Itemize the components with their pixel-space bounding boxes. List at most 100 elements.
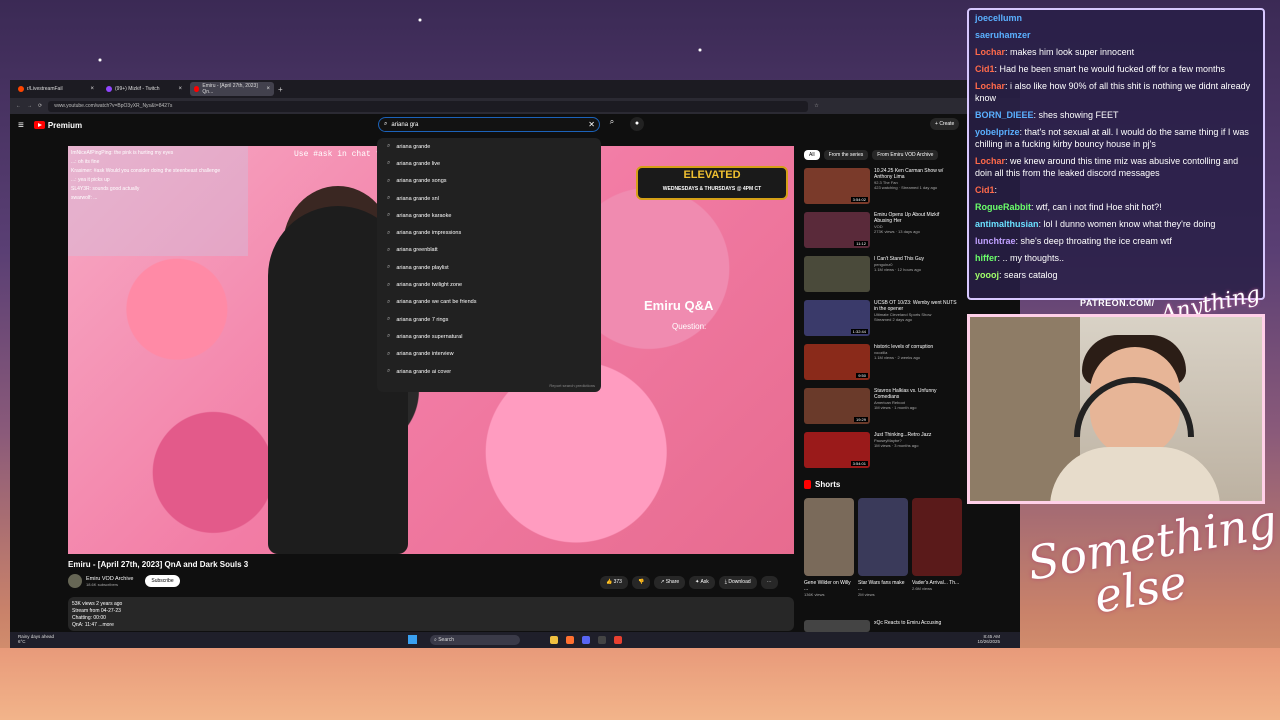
chat-username: hiffer (975, 253, 998, 263)
suggestion-search-icon: ⌕ (387, 246, 391, 253)
related-video[interactable]: xQc Reacts to Emiru Accusing (804, 620, 964, 632)
short-title[interactable]: Gene Wilder on Willy ... (804, 580, 854, 592)
search-suggestion[interactable]: ⌕ ariana grande 7 rings (377, 311, 601, 328)
search-suggestion[interactable]: ⌕ ariana grande we cant be friends (377, 294, 601, 311)
browser-tab[interactable]: Emiru - [April 27th, 2023] Qn... × (190, 82, 274, 96)
short-thumbnail[interactable] (858, 498, 908, 576)
browser-icon[interactable] (566, 636, 574, 644)
short-label: Star Wars fans make ... 2M views (858, 580, 908, 598)
video-chat-line: Krasimer: #ask Would you consider doing … (71, 168, 221, 174)
chat-text: : makes him look super innocent (1005, 47, 1135, 57)
bookmark-star-icon[interactable]: ☆ (814, 103, 818, 109)
related-thumbnail: 9:50 (804, 344, 870, 380)
suggestion-text: ariana grande we cant be friends (396, 299, 477, 306)
search-suggestion[interactable]: ⌕ ariana grande live (377, 155, 601, 172)
related-video[interactable]: 1:32:44 UCSB OT 10/23: Wemby went NUTS in… (804, 300, 964, 338)
elevated-schedule: WEDNESDAYS & THURSDAYS @ 4PM CT (662, 186, 762, 192)
short-thumbnail[interactable] (912, 498, 962, 576)
like-button[interactable]: 👍 373 (600, 576, 628, 589)
chrome-icon[interactable] (614, 636, 622, 644)
short-thumbnail[interactable] (804, 498, 854, 576)
channel-name[interactable]: Emiru VOD Archive (86, 576, 133, 582)
clear-search-icon[interactable]: ✕ (588, 120, 595, 129)
chat-username: yoooj (975, 270, 999, 280)
chat-text: : .. my thoughts.. (997, 253, 1065, 263)
filter-chip[interactable]: From the series (823, 150, 869, 160)
related-video[interactable]: 11:12 Emiru Opens Up About Mizkif Abusing… (804, 212, 964, 250)
search-suggestion[interactable]: ⌕ ariana grande impressions (377, 224, 601, 241)
url-text: www.youtube.com/watch?v=BpO3yXR_Nys&t=84… (54, 103, 173, 109)
search-suggestion[interactable]: ⌕ ariana grande supernatural (377, 328, 601, 345)
short-title[interactable]: Star Wars fans make ... (858, 580, 908, 592)
tab-label: (99+) Mizkif - Twitch (115, 86, 160, 92)
file-explorer-icon[interactable] (550, 636, 558, 644)
windows-start-icon[interactable] (408, 635, 417, 644)
close-tab-icon[interactable]: × (266, 86, 270, 92)
related-info: I Can't Stand This Guy penguinz0 1.1M view… (874, 256, 958, 294)
browser-tab[interactable]: r/LivestreamFail × (14, 82, 98, 96)
search-suggestion[interactable]: ⌕ ariana grande twilight zone (377, 276, 601, 293)
suggestion-text: ariana grande songs (396, 178, 447, 185)
related-video[interactable]: 3:54:02 10.24.25 Ken Carman Show w/ Antho… (804, 168, 964, 206)
related-info: 10.24.25 Ken Carman Show w/ Anthony Lima… (874, 168, 958, 206)
chat-text: : Had he been smart he would fucked off … (994, 64, 1225, 74)
search-suggestion[interactable]: ⌕ ariana grande interview (377, 346, 601, 363)
suggestion-text: ariana grande impressions (396, 230, 462, 237)
taskbar-search[interactable]: ⌕ Search (430, 635, 520, 645)
youtube-logo[interactable]: Premium (33, 121, 82, 130)
forward-icon[interactable]: → (27, 103, 32, 109)
search-suggestion[interactable]: ⌕ ariana greenblatt (377, 242, 601, 259)
browser-tab[interactable]: (99+) Mizkif - Twitch × (102, 82, 186, 96)
suggestion-text: ariana grande twilight zone (396, 282, 463, 289)
short-label: Gene Wilder on Willy ... 136K views (804, 580, 854, 598)
search-input[interactable]: ⌕ ariana gra ✕ (378, 117, 600, 132)
obs-icon[interactable] (598, 636, 606, 644)
weather-widget[interactable]: Rainy days ahead 6°C (18, 634, 54, 644)
channel-avatar[interactable] (68, 574, 82, 588)
related-video[interactable]: 9:50 historic levels of corruption voozill… (804, 344, 964, 382)
address-bar[interactable]: www.youtube.com/watch?v=BpO3yXR_Nys&t=84… (48, 100, 809, 112)
related-video[interactable]: I Can't Stand This Guy penguinz0 1.1M view… (804, 256, 964, 294)
dislike-button[interactable]: 👎 (631, 576, 651, 589)
new-tab-button[interactable]: + (278, 85, 283, 94)
download-button[interactable]: ⤓ Download (718, 576, 757, 589)
youtube-header: ≡ Premium ⌕ ariana gra ✕ ⌕ ● + Create (10, 114, 1020, 136)
reload-icon[interactable]: ⟳ (38, 103, 42, 109)
close-tab-icon[interactable]: × (90, 86, 94, 92)
related-video[interactable]: 3:54:01 Just Thinking...Retro Jazz PauseyM… (804, 432, 964, 470)
ask-button[interactable]: ✦ Ask (689, 576, 715, 589)
duration-badge: 11:12 (854, 241, 868, 246)
search-button[interactable]: ⌕ (605, 117, 619, 132)
ask-label: Ask (700, 579, 709, 585)
search-suggestion[interactable]: ⌕ ariana grande (377, 138, 601, 155)
download-label: Download (728, 579, 751, 585)
search-suggestion[interactable]: ⌕ ariana grande songs (377, 173, 601, 190)
filter-chip[interactable]: All (804, 150, 820, 160)
discord-icon[interactable] (582, 636, 590, 644)
close-tab-icon[interactable]: × (178, 86, 182, 92)
related-info: historic levels of corruption voozilla 1.1… (874, 344, 958, 382)
search-suggestion[interactable]: ⌕ ariana grande playlist (377, 259, 601, 276)
create-button[interactable]: + Create (930, 118, 960, 130)
search-suggestion[interactable]: ⌕ ariana grande ai cover (377, 363, 601, 380)
related-video[interactable]: 19:29 Stavros Halkias vs. Unfunny Comedia… (804, 388, 964, 426)
related-meta: 1.1M views · 12 hours ago (874, 267, 921, 272)
video-description[interactable]: 53K views 2 years ago Stream from 04-27-… (68, 597, 794, 631)
elevated-banner: ELEVATED WEDNESDAYS & THURSDAYS @ 4PM CT (636, 166, 788, 200)
video-chat-overlay: ImNiceAfPingPing: the pink is hurting my… (68, 146, 248, 256)
report-predictions-link[interactable]: Report search predictions (549, 383, 595, 388)
subscriber-count: 18.6K subscribers (86, 581, 119, 587)
subscribe-button[interactable]: Subscribe (145, 575, 180, 587)
system-clock[interactable]: 8:45 AM 10/26/2025 (977, 634, 1000, 644)
mic-icon[interactable]: ● (630, 117, 644, 131)
filter-chip[interactable]: From Emiru VOD Archive (872, 150, 939, 160)
something-else-logo: Something else (1023, 494, 1280, 629)
duration-badge: 19:29 (853, 417, 868, 422)
back-icon[interactable]: ← (16, 103, 21, 109)
search-suggestion[interactable]: ⌕ ariana grande snl (377, 190, 601, 207)
share-button[interactable]: ↗ Share (654, 576, 686, 589)
search-suggestion[interactable]: ⌕ ariana grande karaoke (377, 207, 601, 224)
more-actions-icon[interactable]: ⋯ (760, 576, 778, 589)
related-meta: 423 watching · Streamed 1 day ago (874, 185, 938, 190)
menu-icon[interactable]: ≡ (18, 120, 24, 131)
